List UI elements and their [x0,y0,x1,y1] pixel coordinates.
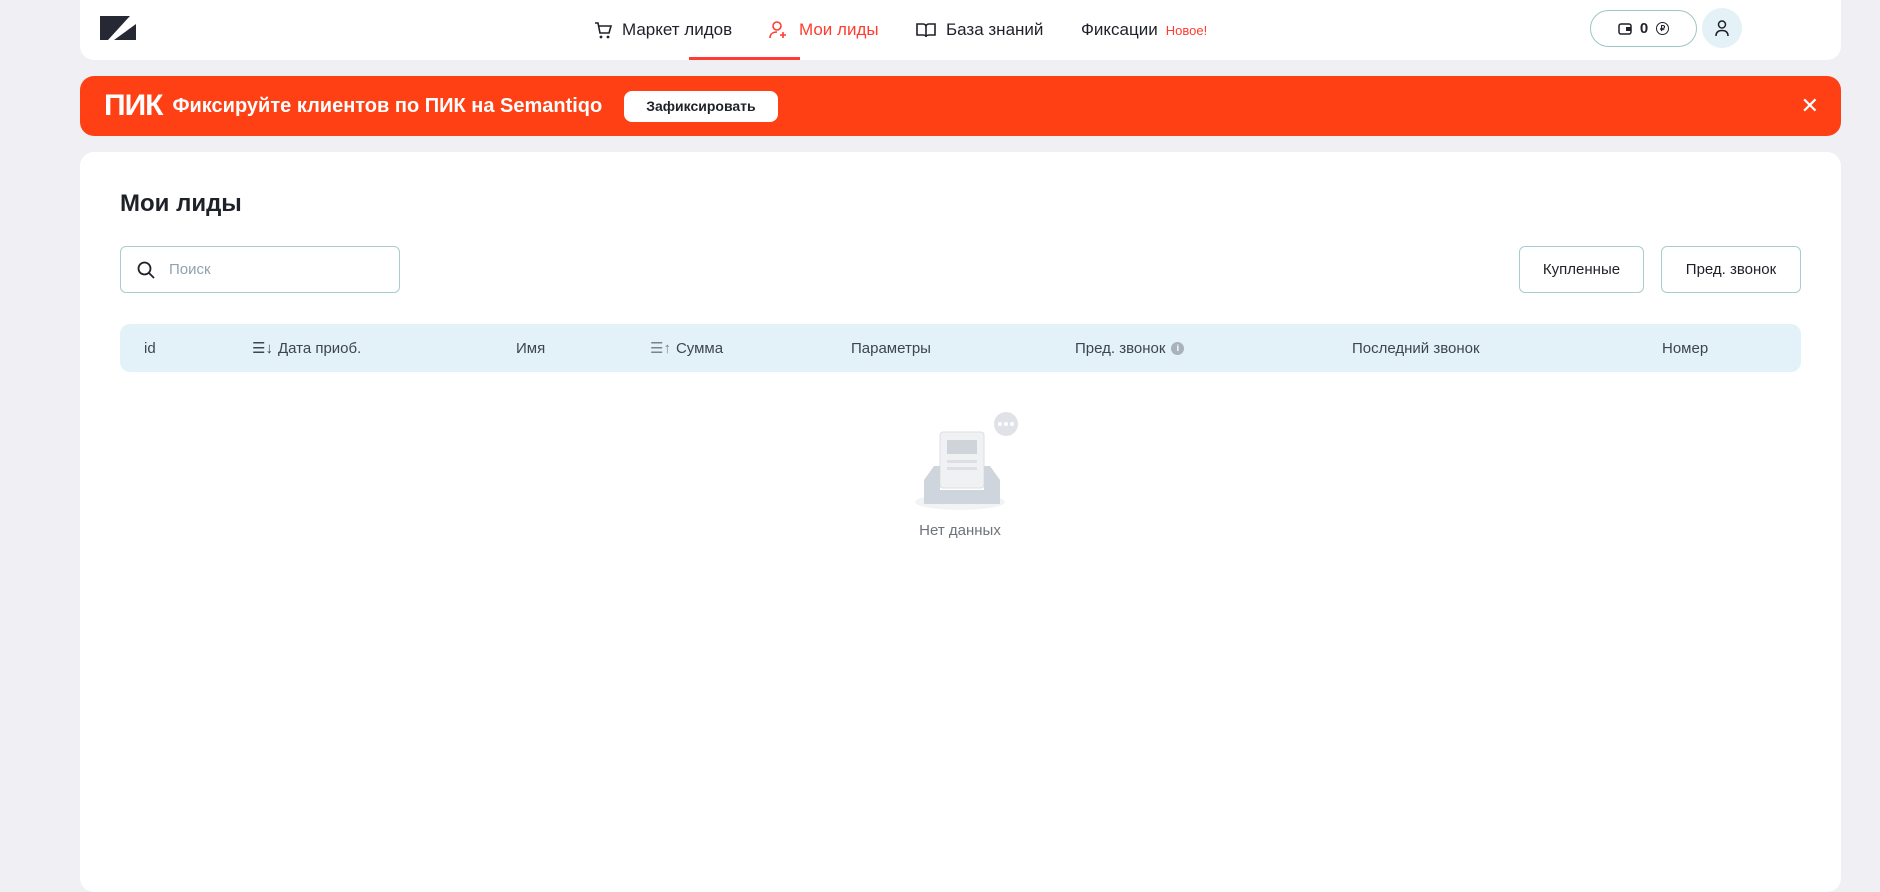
sort-desc-icon[interactable]: ☰↓ [252,339,273,357]
col-number[interactable]: Номер [1662,324,1708,372]
user-icon [1715,20,1729,36]
nav-label: Маркет лидов [622,20,733,39]
col-label: Параметры [851,339,931,357]
empty-inbox-icon [915,412,1018,510]
currency-icon: ₽ [1656,22,1670,35]
pik-logo: ПИК [104,89,163,122]
col-label: Имя [516,339,546,357]
col-label: Пред. звонок [1075,339,1166,357]
col-prev-call[interactable]: Пред. звонок i [1075,324,1185,372]
col-label: Сумма [675,339,724,357]
col-last-call[interactable]: Последний звонок [1352,324,1480,372]
search-input[interactable] [169,261,369,278]
promo-banner: ПИК Фиксируйте клиентов по ПИК на Semant… [80,76,1841,136]
nav-market-leads[interactable]: Маркет лидов [594,0,732,60]
col-label: Дата приоб. [277,339,362,357]
col-label: Последний звонок [1352,339,1480,357]
page-title: Мои лиды [120,190,242,217]
cart-icon [595,22,612,39]
col-sum[interactable]: ☰↑ Сумма [650,324,723,372]
col-label: id [144,339,156,357]
col-date[interactable]: ☰↓ Дата приоб. [252,324,361,372]
balance-value: 0 [1639,20,1649,37]
logo-icon[interactable] [100,16,140,40]
close-icon[interactable]: ✕ [1801,93,1819,119]
book-icon [916,23,936,38]
nav-fixations[interactable]: Фиксации Новое! [1081,0,1207,60]
empty-state-text: Нет данных [919,522,1001,539]
table-header: id ☰↓ Дата приоб. Имя ☰↑ Сумма Параметры П… [120,324,1801,372]
search-field[interactable] [120,246,400,293]
banner-text: Фиксируйте клиентов по ПИК на Semantiqo [172,94,603,117]
fix-button[interactable]: Зафиксировать [624,90,778,122]
new-badge: Новое! [1165,22,1208,38]
nav-label: Мои лиды [799,20,879,39]
nav-label: Фиксации [1081,20,1158,39]
balance-button[interactable]: 0 ₽ [1590,10,1697,47]
wallet-icon [1618,23,1632,35]
search-icon [137,261,155,279]
prev-call-filter-button[interactable]: Пред. звонок [1661,246,1801,293]
nav-label: База знаний [946,20,1044,39]
active-tab-indicator [689,57,800,60]
sort-asc-icon[interactable]: ☰↑ [650,339,671,357]
col-params[interactable]: Параметры [851,324,931,372]
profile-avatar[interactable] [1702,8,1742,48]
nav-knowledge-base[interactable]: База знаний [916,0,1043,60]
col-id[interactable]: id [144,324,156,372]
col-name[interactable]: Имя [516,324,545,372]
purchased-filter-button[interactable]: Купленные [1519,246,1644,293]
col-label: Номер [1662,339,1709,357]
info-icon[interactable]: i [1171,341,1185,355]
user-plus-icon [769,21,786,39]
nav-my-leads[interactable]: Мои лиды [769,0,879,60]
